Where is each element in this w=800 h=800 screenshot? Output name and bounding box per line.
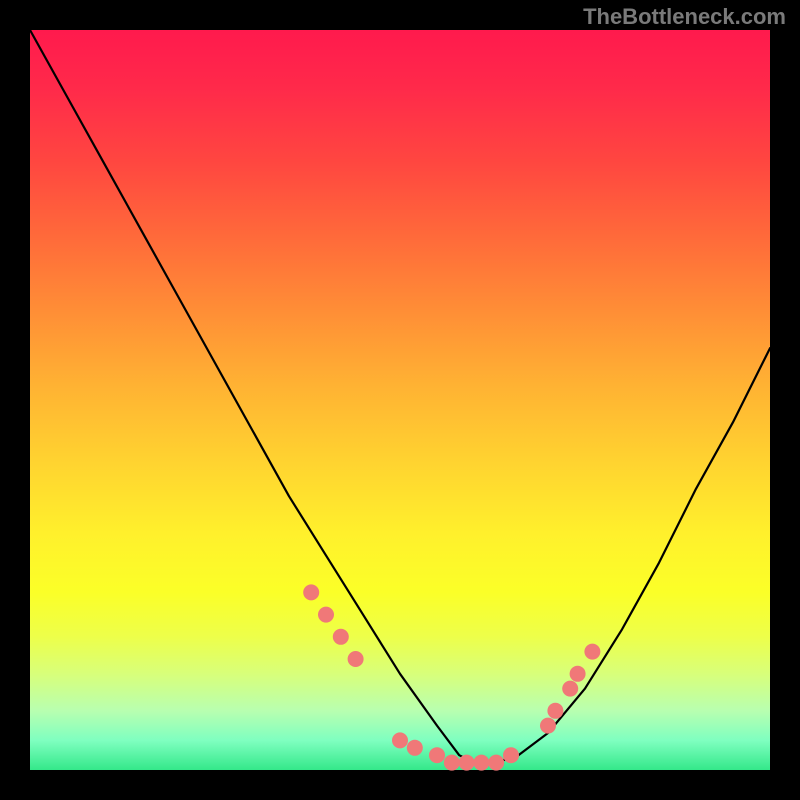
highlight-dot [348,651,364,667]
highlight-dot [503,747,519,763]
highlight-dot [540,718,556,734]
chart-plot-area [30,30,770,770]
highlight-dot [547,703,563,719]
highlight-dot [303,584,319,600]
highlight-dot [584,644,600,660]
highlight-dot [407,740,423,756]
highlight-dot [473,755,489,771]
watermark-text: TheBottleneck.com [583,4,786,30]
bottleneck-curve-line [30,30,770,763]
highlight-dot [392,732,408,748]
highlight-dot [318,607,334,623]
highlight-dots-group [303,584,600,770]
highlight-dot [570,666,586,682]
highlight-dot [488,755,504,771]
chart-svg [30,30,770,770]
curve-group [30,30,770,763]
highlight-dot [444,755,460,771]
highlight-dot [429,747,445,763]
highlight-dot [562,681,578,697]
highlight-dot [459,755,475,771]
highlight-dot [333,629,349,645]
